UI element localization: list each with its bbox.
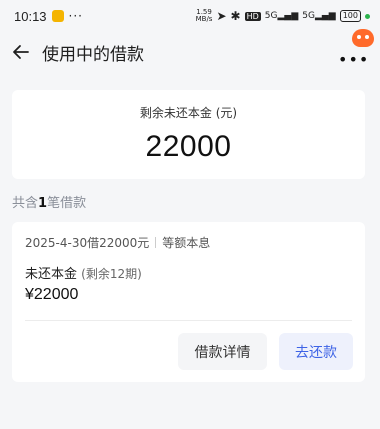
meta-separator <box>155 237 157 248</box>
status-dots: ··· <box>68 9 83 23</box>
summary-label: 剩余未还本金 (元) <box>139 106 238 120</box>
signal-1-label: 5G <box>264 11 278 21</box>
loan-card[interactable]: 2025-4-30借22000元 等额本息 未还本金 (剩余12期) ¥2200… <box>12 222 365 382</box>
loan-count-prefix: 共含 <box>12 196 39 211</box>
divider <box>25 320 352 321</box>
network-speed-unit: MB/s <box>195 15 213 23</box>
location-icon: ➤ <box>216 9 227 23</box>
summary-amount: 22000 <box>145 130 232 163</box>
privacy-dot-icon <box>365 13 370 19</box>
repayment-method: 等额本息 <box>162 236 211 250</box>
bluetooth-icon: ✱ <box>230 9 241 23</box>
principal-label: 未还本金 <box>25 267 78 282</box>
loan-count-line: 共含1笔借款 <box>12 192 86 211</box>
signal-1-icon: 5G▂▄▆ <box>264 11 299 21</box>
back-arrow-icon[interactable] <box>10 41 32 63</box>
more-icon[interactable]: ••• <box>338 50 369 69</box>
loan-detail-button[interactable]: 借款详情 <box>178 333 267 370</box>
loan-meta: 2025-4-30借22000元 等额本息 <box>25 234 210 251</box>
more-menu[interactable]: ••• <box>336 29 376 72</box>
network-speed: 1.59 MB/s <box>196 9 213 23</box>
loan-count: 1 <box>38 196 48 211</box>
status-bar: 10:13 ··· 1.59 MB/s ➤ ✱ HD 5G▂▄▆ 5G▂▄▆ 1… <box>0 0 380 32</box>
signal-2-label: 5G <box>302 11 315 21</box>
mascot-icon[interactable] <box>352 29 374 47</box>
status-left: 10:13 ··· <box>14 9 83 24</box>
app-header: 使用中的借款 ••• <box>0 29 380 72</box>
status-time: 10:13 <box>14 8 47 24</box>
page-title: 使用中的借款 <box>42 44 144 65</box>
signal-2-icon: 5G▂▄▆ <box>302 11 336 21</box>
principal-row: 未还本金 (剩余12期) <box>25 263 142 282</box>
summary-card: 剩余未还本金 (元) 22000 <box>12 90 365 179</box>
loan-count-suffix: 笔借款 <box>47 196 87 211</box>
battery-indicator: 100 <box>339 10 361 22</box>
remaining-periods: (剩余12期) <box>81 267 142 281</box>
loan-date-amount: 2025-4-30借22000元 <box>25 236 150 250</box>
principal-amount: ¥22000 <box>25 286 79 303</box>
status-right: 1.59 MB/s ➤ ✱ HD 5G▂▄▆ 5G▂▄▆ 100 <box>196 9 370 23</box>
hd-badge: HD <box>244 11 261 21</box>
notification-icon <box>51 10 64 22</box>
repay-button[interactable]: 去还款 <box>279 333 353 370</box>
